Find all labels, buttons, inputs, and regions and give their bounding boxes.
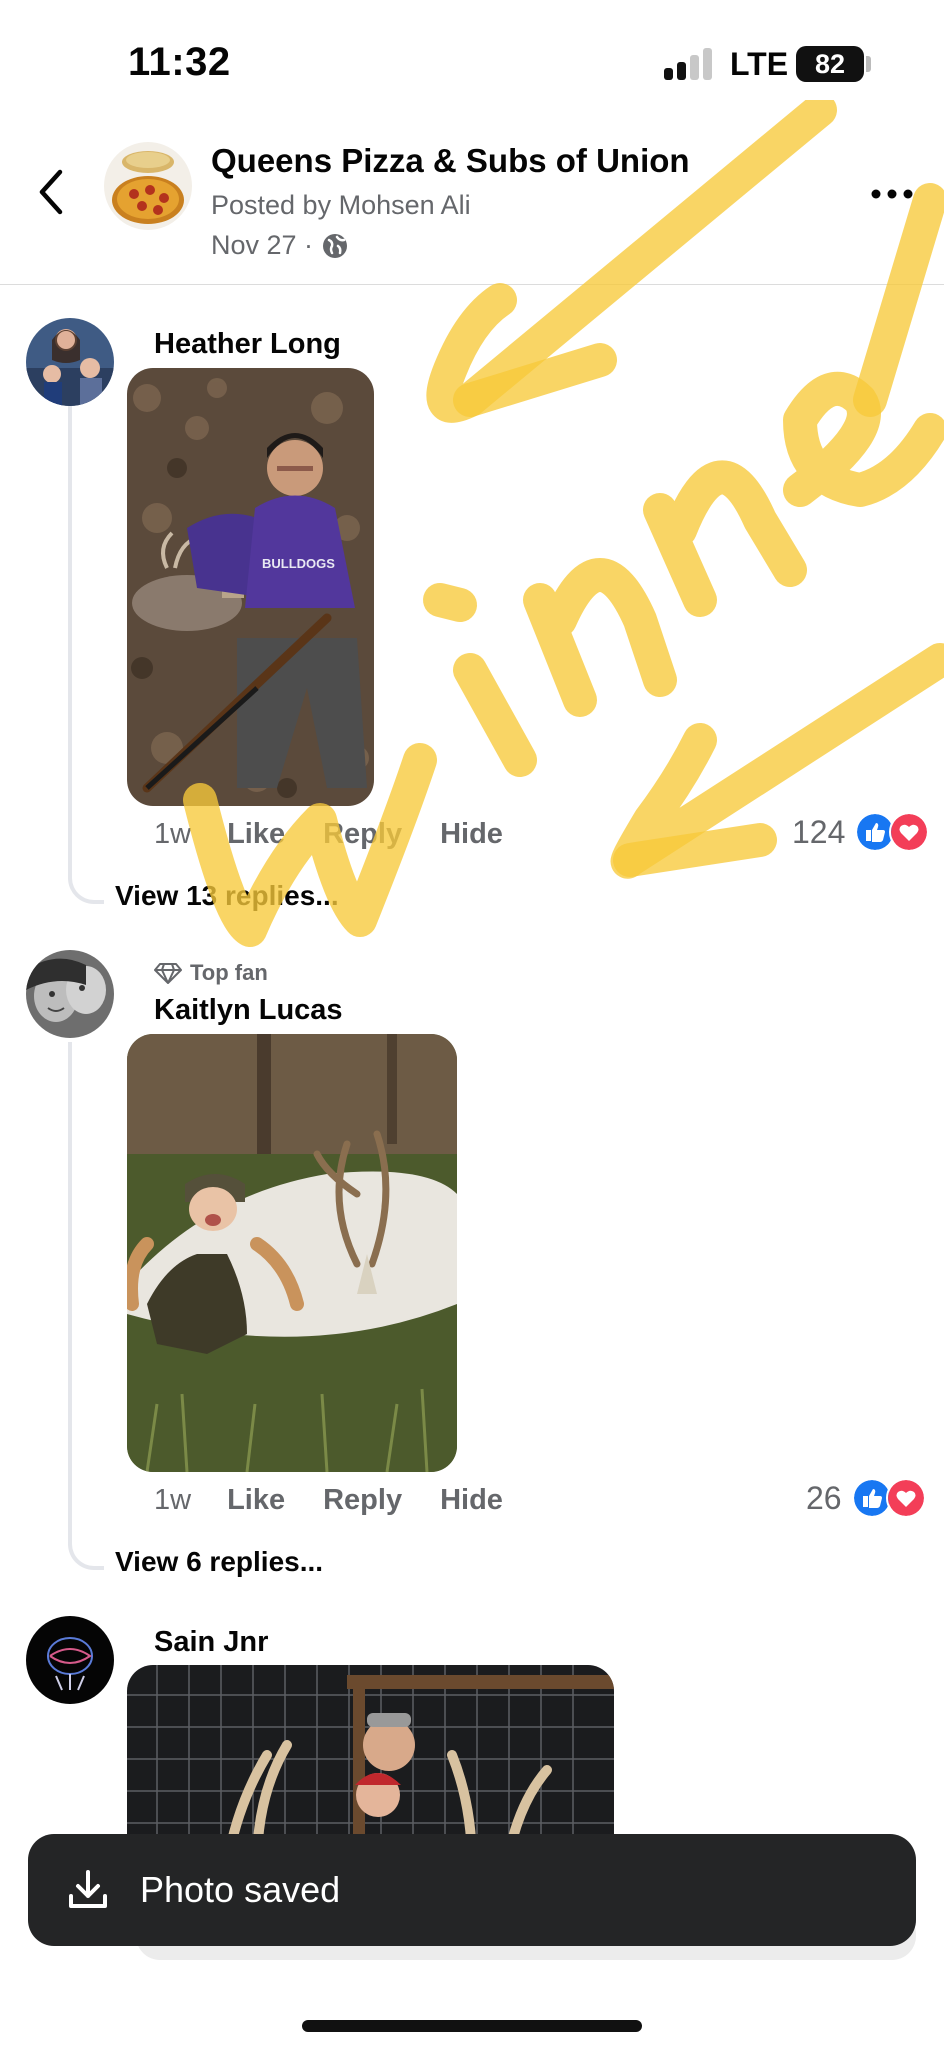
reaction-summary[interactable]: 124 <box>792 812 930 852</box>
globe-icon <box>323 233 348 258</box>
comment-age: 1w <box>154 1484 192 1516</box>
comment-author[interactable]: Heather Long <box>154 328 341 361</box>
svg-text:BULLDOGS: BULLDOGS <box>262 556 335 571</box>
home-indicator[interactable] <box>302 2020 642 2032</box>
like-button[interactable]: Like <box>227 818 285 851</box>
post-date-row: Nov 27 · <box>211 230 349 261</box>
reply-button[interactable]: Reply <box>323 818 402 851</box>
comment-age: 1w <box>154 818 192 850</box>
screen: 11:32 LTE 82 Queens Pizza & Subs of Unio… <box>0 0 944 2048</box>
view-replies-link[interactable]: View 6 replies... <box>115 1546 323 1578</box>
reply-button[interactable]: Reply <box>323 1484 402 1517</box>
comment-author[interactable]: Kaitlyn Lucas <box>154 994 343 1027</box>
download-icon <box>69 1870 107 1908</box>
page-name[interactable]: Queens Pizza & Subs of Union <box>211 142 690 180</box>
love-reaction-icon <box>885 1478 926 1518</box>
status-time: 11:32 <box>128 40 231 84</box>
comment-actions: 1w Like Reply Hide <box>154 1484 541 1517</box>
page-avatar[interactable] <box>104 142 192 230</box>
thread-line <box>68 406 104 904</box>
love-reaction-icon <box>889 812 930 852</box>
top-fan-label: Top fan <box>190 960 268 985</box>
avatar[interactable] <box>26 950 114 1038</box>
reaction-count: 26 <box>806 1479 842 1516</box>
posted-by: Posted by Mohsen Ali <box>211 190 471 220</box>
battery-cap <box>866 56 871 72</box>
network-type: LTE <box>730 46 789 82</box>
reaction-summary[interactable]: 26 <box>806 1478 926 1518</box>
reaction-count: 124 <box>792 813 846 850</box>
diamond-icon <box>154 963 182 984</box>
thread-line <box>68 1042 104 1570</box>
battery-icon: 82 <box>796 46 864 82</box>
post-header: Queens Pizza & Subs of Union Posted by M… <box>0 120 944 285</box>
view-replies-link[interactable]: View 13 replies... <box>115 880 339 912</box>
like-button[interactable]: Like <box>227 1484 285 1517</box>
top-fan-badge: Top fan <box>154 960 268 986</box>
hide-button[interactable]: Hide <box>440 818 503 851</box>
status-bar: 11:32 LTE 82 <box>0 0 944 120</box>
photo-saved-toast[interactable]: Photo saved <box>28 1834 916 1946</box>
hide-button[interactable]: Hide <box>440 1484 503 1517</box>
toast-text: Photo saved <box>140 1869 341 1910</box>
avatar[interactable] <box>26 318 114 406</box>
comment-photo[interactable] <box>127 1034 457 1472</box>
post-date: Nov 27 · <box>211 230 314 260</box>
back-arrow-icon[interactable] <box>32 164 72 220</box>
signal-icon <box>664 48 716 80</box>
comment-author[interactable]: Sain Jnr <box>154 1626 268 1659</box>
avatar[interactable] <box>26 1616 114 1704</box>
comment-photo[interactable]: BULLDOGS <box>127 368 374 806</box>
more-icon[interactable] <box>868 180 916 208</box>
comment-actions: 1w Like Reply Hide <box>154 818 541 851</box>
